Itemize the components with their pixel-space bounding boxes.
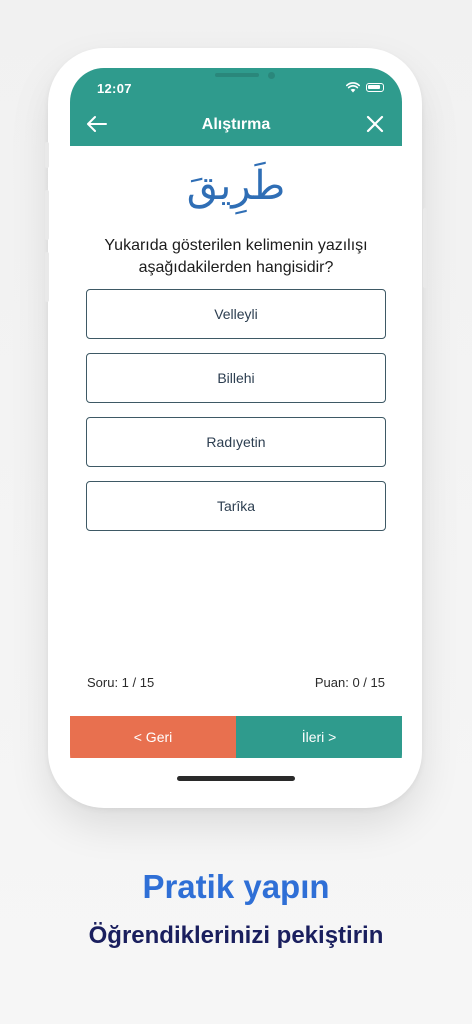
phone-power-button xyxy=(423,208,427,288)
notch xyxy=(162,68,310,94)
phone-side-button xyxy=(45,142,49,168)
app-header: 12:07 Alıştırma xyxy=(70,68,402,146)
notch-speaker xyxy=(215,73,259,77)
back-button[interactable]: < Geri xyxy=(70,716,236,758)
wifi-icon xyxy=(346,82,360,93)
battery-icon xyxy=(366,83,384,92)
answer-option[interactable]: Tarîka xyxy=(86,481,386,531)
question-counter: Soru: 1 / 15 xyxy=(87,675,155,690)
promo-title: Pratik yapın xyxy=(142,868,330,905)
app-screen: 12:07 Alıştırma طَرِيقَ Yukarıda gösteri… xyxy=(70,68,402,790)
promo-subtitle: Öğrendiklerinizi pekiştirin xyxy=(88,922,384,949)
answer-option[interactable]: Billehi xyxy=(86,353,386,403)
answer-option[interactable]: Velleyli xyxy=(86,289,386,339)
next-button[interactable]: İleri > xyxy=(236,716,402,758)
score-counter: Puan: 0 / 15 xyxy=(314,675,385,690)
phone-volume-down-button xyxy=(45,252,49,302)
status-time: 12:07 xyxy=(97,81,132,96)
answer-option[interactable]: Radıyetin xyxy=(86,417,386,467)
home-indicator[interactable] xyxy=(177,776,295,781)
arabic-word: طَرِيقَ xyxy=(186,163,286,209)
phone-volume-up-button xyxy=(45,190,49,240)
notch-camera xyxy=(268,72,275,79)
page-title: Alıştırma xyxy=(201,116,271,133)
close-icon[interactable] xyxy=(366,115,384,133)
question-text: Yukarıda gösterilen kelimenin yazılışı a… xyxy=(104,237,368,276)
status-icons xyxy=(346,82,384,93)
